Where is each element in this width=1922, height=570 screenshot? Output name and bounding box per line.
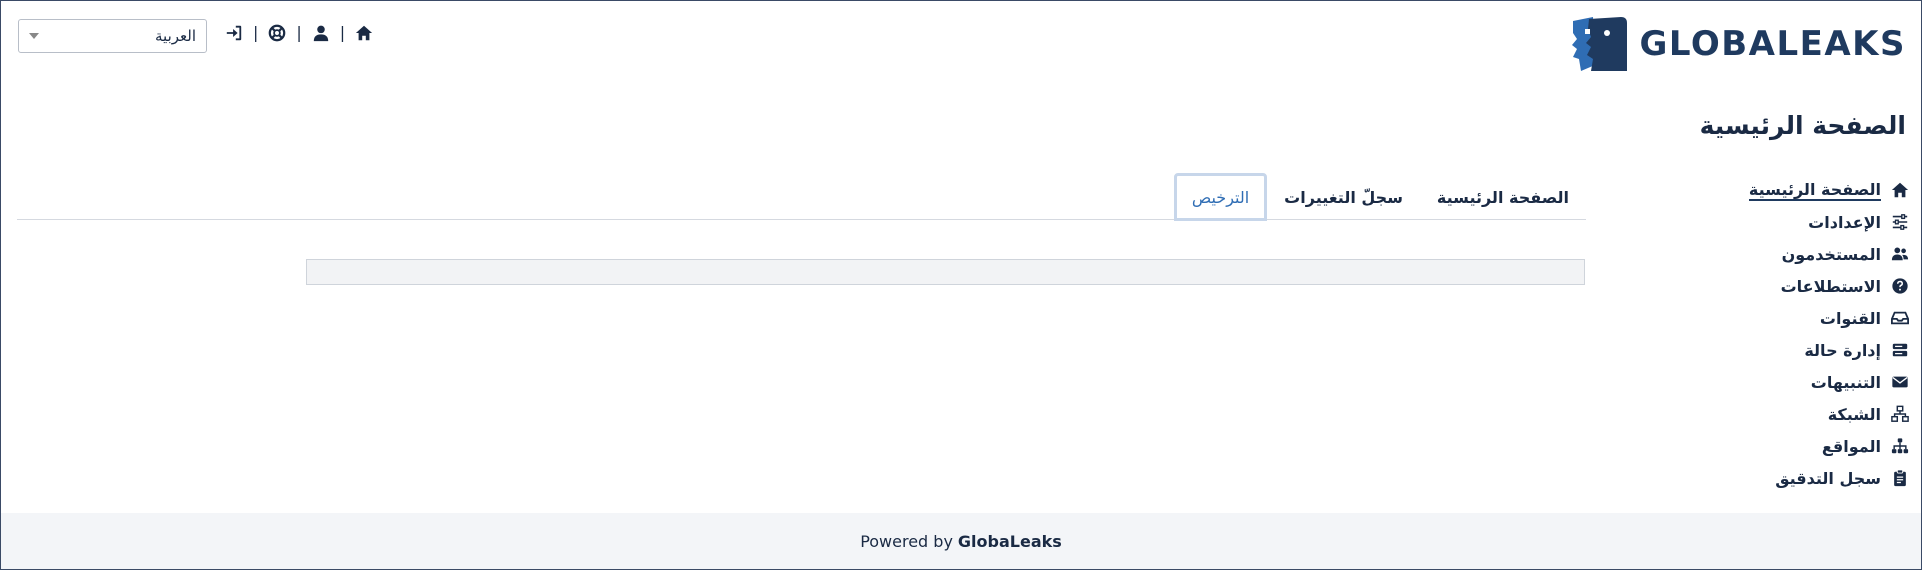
sidebar-item-label: الاستطلاعات [1780,276,1881,296]
footer-brand-link[interactable]: GlobaLeaks [958,532,1062,551]
users-icon [1891,247,1909,261]
home-icon[interactable] [355,24,373,42]
login-icon[interactable] [225,24,243,42]
sidebar-item-case-management[interactable]: إدارة حالة [1699,334,1909,366]
home-icon [1891,182,1909,198]
sidebar-item-users[interactable]: المستخدمون [1699,238,1909,270]
separator: | [253,23,259,42]
user-icon[interactable] [312,24,330,42]
tab-changelog[interactable]: سجلّ التغييرات [1267,175,1420,219]
sliders-icon [1892,214,1908,230]
sidebar-item-settings[interactable]: الإعدادات [1699,206,1909,238]
license-content-panel [306,259,1585,285]
sidebar-item-channels[interactable]: القنوات [1699,302,1909,334]
sitemap-icon [1891,438,1909,454]
language-selected-value: العربية [155,27,196,45]
lifebuoy-icon[interactable] [268,24,286,42]
separator: | [296,23,302,42]
content-tabs: الصفحة الرئيسية سجلّ التغييرات الترخيص [17,173,1586,221]
envelope-icon [1892,376,1908,388]
sidebar-item-label: التنبيهات [1810,372,1881,392]
sidebar-item-label: الصفحة الرئيسية [1748,179,1881,201]
admin-sidebar: الصفحة الرئيسية الإعدادات المستخدمون الا… [1699,174,1909,494]
footer: Powered by GlobaLeaks [1,513,1921,569]
sidebar-item-questionnaires[interactable]: الاستطلاعات [1699,270,1909,302]
tab-home[interactable]: الصفحة الرئيسية [1420,175,1586,219]
server-icon [1892,343,1908,357]
inbox-icon [1891,311,1909,325]
sidebar-item-network[interactable]: الشبكة [1699,398,1909,430]
sidebar-item-notifications[interactable]: التنبيهات [1699,366,1909,398]
sidebar-item-label: المواقع [1821,436,1881,456]
sidebar-item-label: الشبكة [1827,404,1881,424]
sidebar-item-label: سجل التدقيق [1775,468,1881,488]
top-icon-bar: | | | [225,23,373,42]
footer-prefix: Powered by [860,531,953,551]
sidebar-item-label: إدارة حالة [1804,340,1881,360]
clipboard-icon [1894,469,1906,487]
network-icon [1891,405,1909,422]
chevron-down-icon [29,33,39,39]
page-title: الصفحة الرئيسية [1699,111,1906,140]
sidebar-item-home[interactable]: الصفحة الرئيسية [1699,174,1909,206]
sidebar-item-label: الإعدادات [1808,212,1881,232]
sidebar-item-label: المستخدمون [1781,244,1881,264]
sidebar-item-audit-log[interactable]: سجل التدقيق [1699,462,1909,494]
sidebar-item-label: القنوات [1819,308,1881,328]
globaleaks-logo[interactable]: GLOBALEAKS [1571,15,1906,73]
tab-license[interactable]: الترخيص [1173,173,1268,221]
separator: | [339,23,346,42]
question-circle-icon [1892,278,1908,294]
brand-name: GLOBALEAKS [1639,24,1906,64]
sidebar-item-sites[interactable]: المواقع [1699,430,1909,462]
globaleaks-logo-icon [1572,17,1628,71]
language-select[interactable]: العربية [18,19,207,53]
top-bar: GLOBALEAKS العربية | | | [1,1,1921,91]
